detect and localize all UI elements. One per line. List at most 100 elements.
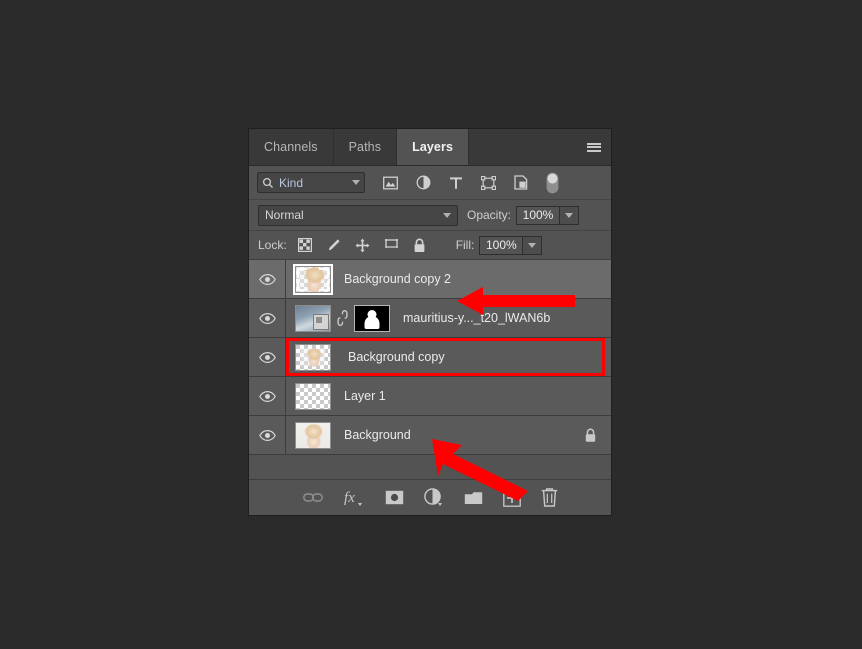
lock-label: Lock:	[258, 238, 287, 252]
filter-kind-value: Kind	[279, 175, 304, 190]
chevron-down-icon	[443, 212, 451, 218]
eye-icon	[258, 351, 276, 363]
hamburger-menu-icon[interactable]	[577, 129, 611, 165]
table-row[interactable]: mauritius-y..._t20_lWAN6b	[249, 299, 611, 338]
layer-thumbnail[interactable]	[295, 304, 331, 332]
thumbnail-image	[296, 422, 330, 448]
fill-label: Fill:	[455, 238, 475, 252]
tab-channels[interactable]: Channels	[249, 129, 334, 165]
lock-position-icon[interactable]	[355, 238, 370, 253]
layers-panel: Channels Paths Layers Kind Normal Opacit…	[248, 128, 612, 516]
trash-icon	[541, 488, 557, 507]
lock-transparent-pixels-icon[interactable]	[297, 238, 312, 252]
layer-visibility-toggle[interactable]	[249, 416, 286, 454]
link-layers-button[interactable]	[302, 491, 323, 504]
layer-name[interactable]: Background	[344, 428, 584, 442]
tab-paths[interactable]: Paths	[333, 129, 398, 165]
type-layer-filter-icon[interactable]	[449, 176, 463, 190]
svg-text:fx: fx	[344, 490, 355, 506]
table-row[interactable]: Background copy	[249, 338, 611, 377]
panel-tab-bar: Channels Paths Layers	[249, 129, 611, 166]
table-row[interactable]: Background	[249, 416, 611, 455]
link-icon[interactable]	[337, 310, 348, 326]
layer-visibility-toggle[interactable]	[249, 299, 286, 337]
link-icon	[302, 493, 323, 502]
tab-layers-label: Layers	[412, 140, 454, 154]
layer-thumbnail[interactable]	[295, 421, 331, 449]
layer-name[interactable]: mauritius-y..._t20_lWAN6b	[403, 311, 611, 325]
eye-icon	[258, 273, 276, 285]
tab-channels-label: Channels	[264, 140, 318, 154]
new-layer-button[interactable]	[502, 488, 521, 507]
search-icon	[262, 177, 273, 188]
lock-all-icon[interactable]	[413, 238, 426, 253]
lock-icon-group	[297, 238, 426, 253]
layer-visibility-toggle[interactable]	[249, 377, 286, 415]
layer-thumbnail[interactable]	[295, 343, 331, 371]
layer-visibility-toggle[interactable]	[249, 260, 286, 298]
blend-mode-select[interactable]: Normal	[258, 204, 458, 226]
smart-object-filter-icon[interactable]	[514, 175, 528, 190]
layer-thumbnails	[295, 382, 331, 410]
fill-dropdown-button[interactable]	[523, 235, 543, 255]
layers-panel-bottom-bar: fx	[249, 479, 611, 515]
lock-image-pixels-icon[interactable]	[326, 238, 341, 253]
layer-name[interactable]: Layer 1	[344, 389, 611, 403]
layer-mask-thumbnail[interactable]	[354, 304, 390, 332]
adjustment-layer-filter-icon[interactable]	[416, 175, 431, 190]
layer-thumbnails	[295, 304, 390, 332]
layer-name[interactable]: Background copy 2	[344, 272, 611, 286]
layer-thumbnails	[295, 343, 331, 371]
delete-layer-button[interactable]	[541, 488, 558, 507]
chevron-down-icon	[352, 180, 360, 185]
blend-mode-row: Normal Opacity: 100%	[249, 200, 611, 231]
lock-artboard-nesting-icon[interactable]	[384, 238, 399, 252]
filter-toggle-switch[interactable]	[546, 172, 559, 194]
layer-thumbnail[interactable]	[295, 382, 331, 410]
add-layer-mask-button[interactable]	[385, 490, 404, 505]
layer-visibility-toggle[interactable]	[249, 338, 286, 376]
layer-thumbnails	[295, 421, 331, 449]
fill-input[interactable]: 100%	[479, 235, 524, 255]
opacity-dropdown-button[interactable]	[560, 205, 580, 225]
thumbnail-image	[300, 348, 326, 366]
menu-bar-1	[587, 142, 601, 145]
opacity-input[interactable]: 100%	[516, 205, 561, 225]
layer-list: Background copy 2 mauritius-y..._t20_lWA…	[249, 260, 611, 455]
table-row[interactable]: Background copy 2	[249, 260, 611, 299]
fx-icon: fx	[344, 490, 362, 506]
eye-icon	[258, 429, 276, 441]
folder-icon	[464, 492, 482, 504]
opacity-field[interactable]: 100%	[516, 205, 580, 225]
layer-style-button[interactable]: fx	[343, 488, 365, 508]
tab-layers[interactable]: Layers	[397, 129, 470, 165]
shape-layer-filter-icon[interactable]	[481, 175, 496, 190]
filter-type-icons	[383, 172, 559, 194]
lock-row: Lock: Fill: 100%	[249, 231, 611, 260]
table-row[interactable]: Layer 1	[249, 377, 611, 416]
mask-icon	[385, 490, 403, 505]
new-group-button[interactable]	[464, 490, 483, 505]
new-adjustment-layer-button[interactable]	[423, 488, 444, 507]
layer-locked-icon	[584, 428, 597, 443]
pixel-layer-filter-icon[interactable]	[383, 176, 398, 190]
filter-kind-select[interactable]: Kind	[257, 172, 365, 193]
layer-thumbnails	[293, 263, 333, 295]
smart-object-badge-icon	[313, 313, 329, 330]
half-circle-icon	[423, 488, 442, 506]
layer-filter-row: Kind	[249, 166, 611, 200]
tab-paths-label: Paths	[348, 140, 382, 154]
menu-bar-3	[587, 149, 601, 152]
blend-mode-value: Normal	[265, 208, 304, 222]
thumbnail-image	[296, 266, 330, 292]
chevron-down-icon	[565, 212, 574, 218]
layer-name[interactable]: Background copy	[348, 350, 611, 364]
eye-icon	[258, 390, 276, 402]
menu-bar-2	[587, 146, 601, 148]
opacity-label: Opacity:	[467, 208, 512, 222]
fill-field[interactable]: 100%	[479, 235, 543, 255]
mask-silhouette-body	[364, 315, 380, 329]
chevron-down-icon	[528, 242, 537, 248]
eye-icon	[258, 312, 276, 324]
layer-thumbnail[interactable]	[293, 263, 333, 295]
